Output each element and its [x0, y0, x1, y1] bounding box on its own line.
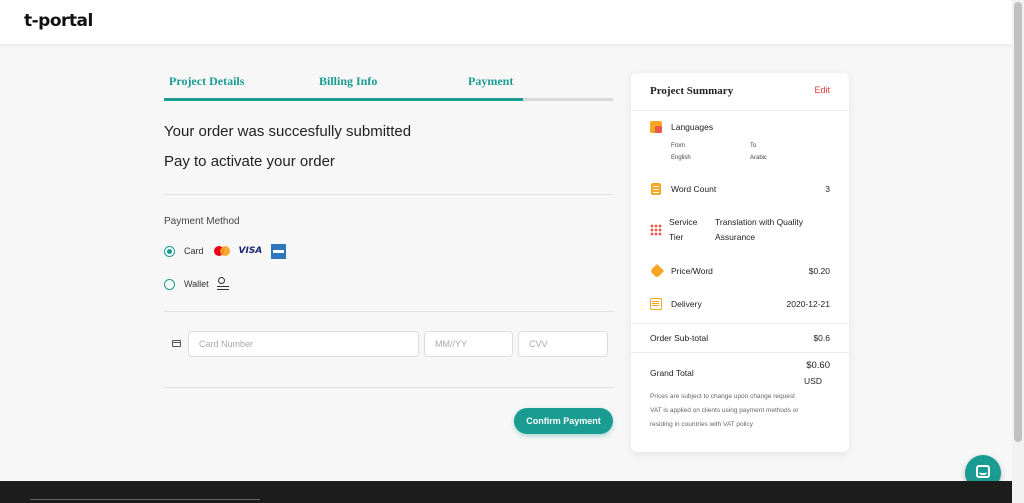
payment-option-wallet[interactable]: Wallet [164, 276, 229, 292]
top-nav-bar: t-portal [0, 0, 1012, 44]
footer [0, 481, 1012, 503]
checkout-steps: Project Details Billing Info Payment [164, 72, 613, 102]
price-word-value: $0.20 [808, 266, 830, 276]
card-number-input[interactable] [188, 331, 419, 357]
calendar-icon [650, 298, 662, 310]
subtotal-value: $0.6 [813, 333, 830, 343]
grand-total-label: Grand Total [650, 368, 694, 378]
word-count-value: 3 [825, 184, 830, 194]
delivery-label: Delivery [671, 299, 702, 309]
summary-divider [631, 352, 849, 353]
steps-progress-fill [164, 98, 524, 101]
order-submitted-message: Your order was succesfully submitted [164, 123, 412, 140]
service-tier-value-line1: Translation with Quality [715, 217, 804, 227]
steps-progress-track [164, 98, 613, 101]
step-project-details[interactable]: Project Details [169, 74, 244, 89]
payment-option-card[interactable]: Card VISA [164, 243, 287, 259]
to-language: Arabic [750, 155, 768, 161]
subtotal-label: Order Sub-total [650, 333, 709, 343]
card-radio[interactable] [164, 245, 175, 257]
step-billing-info[interactable]: Billing Info [319, 74, 377, 89]
word-count-label: Word Count [671, 184, 717, 194]
to-label: To [750, 143, 757, 149]
service-tier-label-line2: Tier [669, 232, 684, 242]
divider [164, 387, 613, 388]
cvv-input[interactable] [518, 331, 608, 357]
from-language: English [671, 155, 691, 161]
divider [164, 194, 613, 195]
payment-method-label: Payment Method [164, 216, 240, 227]
divider [164, 311, 613, 312]
word-count-icon [651, 183, 661, 195]
credit-card-icon [172, 340, 181, 347]
activate-order-message: Pay to activate your order [164, 153, 335, 170]
visa-icon: VISA [238, 246, 263, 256]
summary-title: Project Summary [650, 85, 734, 97]
vat-note-line1: VAT is applied on clients using payment … [650, 407, 799, 414]
wallet-radio[interactable] [164, 278, 175, 290]
summary-divider [631, 110, 849, 111]
price-word-label: Price/Word [671, 266, 713, 276]
logo[interactable]: t-portal [24, 11, 93, 31]
card-option-label: Card [184, 246, 204, 256]
price-change-note: Prices are subject to change upon change… [650, 393, 795, 400]
scrollbar-thumb[interactable] [1014, 2, 1022, 442]
amex-icon [271, 243, 287, 259]
service-tier-icon [650, 224, 662, 236]
delivery-value: 2020-12-21 [786, 299, 830, 309]
scrollbar[interactable] [1012, 0, 1024, 503]
vat-note-line2: residing in countries with VAT policy [650, 421, 753, 428]
summary-edit-link[interactable]: Edit [814, 85, 830, 95]
from-label: From [671, 143, 685, 149]
languages-label: Languages [671, 122, 714, 132]
confirm-payment-button[interactable]: Confirm Payment [514, 408, 613, 434]
step-payment[interactable]: Payment [468, 74, 513, 89]
service-tier-label-line1: Service [669, 217, 698, 227]
wallet-icon [216, 277, 229, 291]
languages-icon [650, 121, 662, 133]
summary-divider [631, 323, 849, 324]
grand-total-currency: USD [804, 376, 822, 386]
grand-total-value: $0.60 [806, 360, 830, 371]
price-tag-icon [649, 263, 665, 279]
expiry-input[interactable] [424, 331, 513, 357]
project-summary-card: Project Summary Edit Languages From To E… [631, 73, 849, 452]
service-tier-value-line2: Assurance [715, 232, 756, 242]
mastercard-icon [213, 246, 230, 256]
wallet-option-label: Wallet [184, 279, 209, 289]
